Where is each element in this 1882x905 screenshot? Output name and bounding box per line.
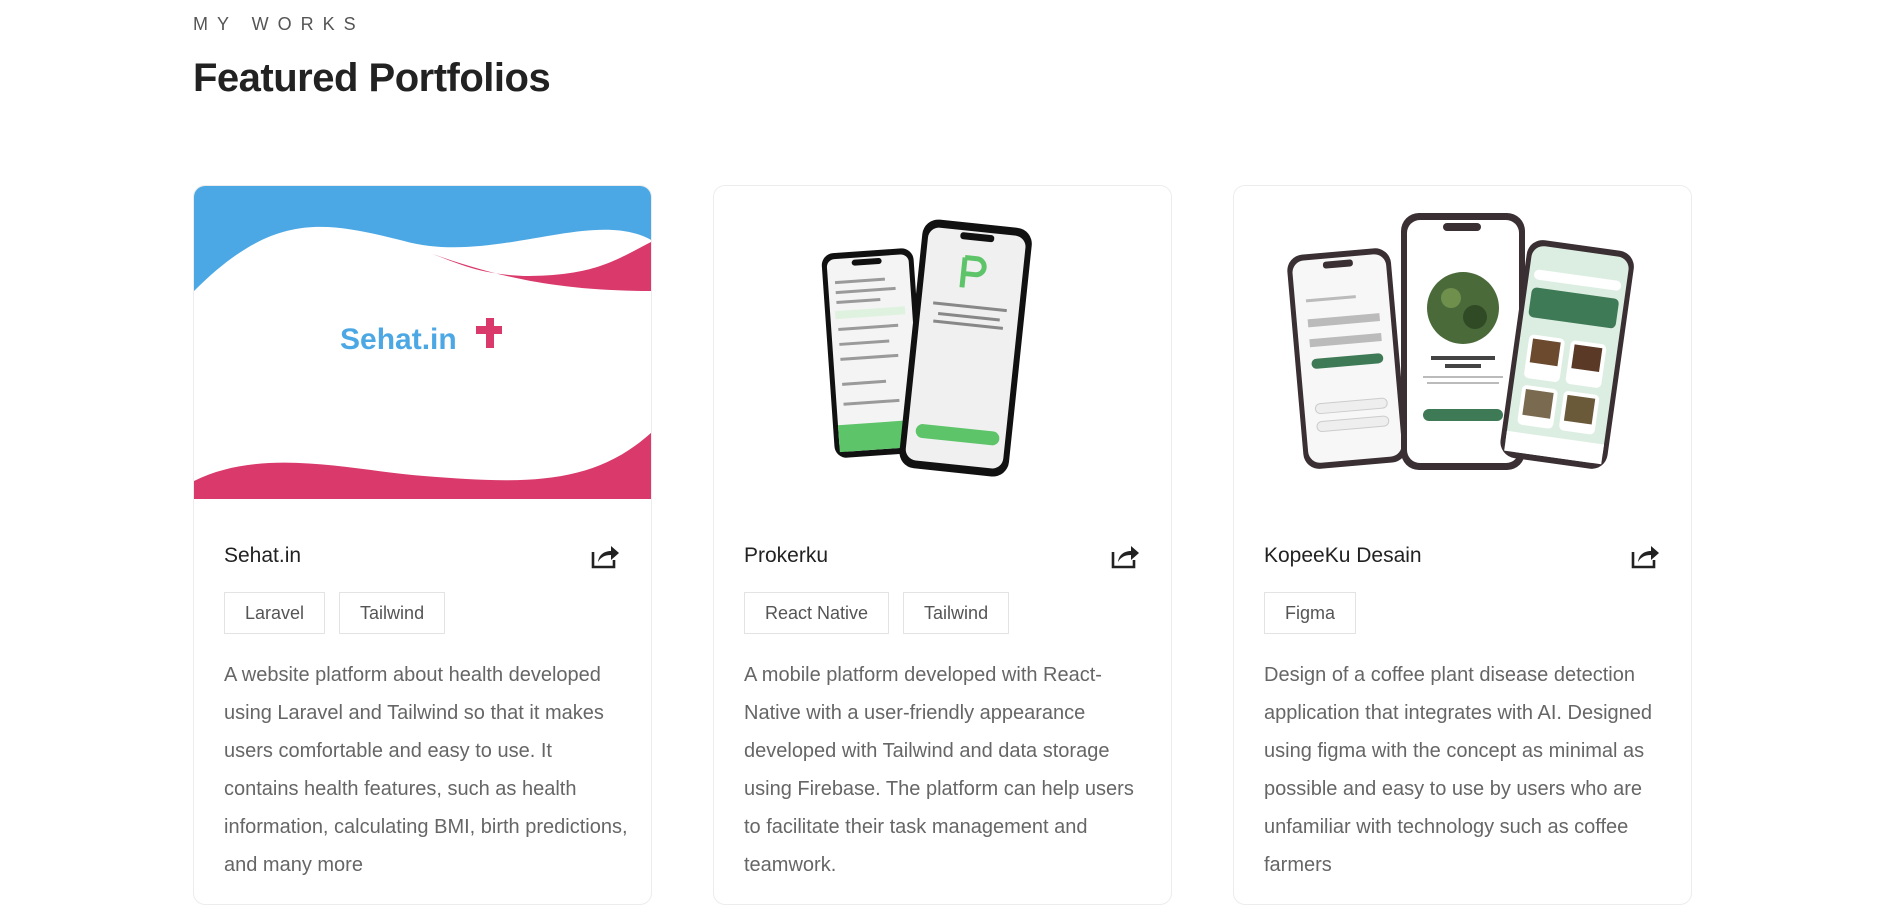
card-description: A mobile platform developed with React-N…: [744, 664, 1134, 876]
portfolio-section: MY WORKS Featured Portfolios Sehat.in Se…: [0, 0, 1882, 905]
portfolio-card-prokerku: Prokerku React Native Tailwind A mobile …: [713, 185, 1172, 905]
tag-list: Figma: [1264, 592, 1661, 634]
card-description: Design of a coffee plant disease detecti…: [1264, 664, 1653, 876]
portfolio-card-list: Sehat.in Sehat.in Laravel Tailwind A web…: [193, 185, 1692, 905]
tag: Figma: [1264, 592, 1357, 634]
portfolio-card-kopeeku: KopeeKu Desain Figma Design of a coffee …: [1233, 185, 1692, 905]
kopeeku-thumbnail: [1234, 186, 1691, 499]
card-title: Sehat.in: [224, 544, 302, 567]
card-title: KopeeKu Desain: [1264, 544, 1422, 567]
share-external-icon[interactable]: [1629, 541, 1661, 571]
card-description: A website platform about health develope…: [224, 664, 628, 876]
tag: Laravel: [224, 592, 326, 634]
tag-list: Laravel Tailwind: [224, 592, 621, 634]
share-external-icon[interactable]: [589, 541, 621, 571]
card-title: Prokerku: [744, 544, 829, 567]
prokerku-thumbnail: [714, 186, 1171, 499]
tag: Tailwind: [903, 592, 1010, 634]
section-eyebrow: MY WORKS: [193, 14, 365, 34]
portfolio-card-sehatin: Sehat.in Sehat.in Laravel Tailwind A web…: [193, 185, 652, 905]
section-title: Featured Portfolios: [193, 56, 551, 100]
sehatin-thumbnail: Sehat.in: [194, 186, 651, 499]
tag: Tailwind: [339, 592, 446, 634]
sehatin-logo-text: Sehat.in: [340, 323, 457, 356]
tag-list: React Native Tailwind: [744, 592, 1141, 634]
share-external-icon[interactable]: [1109, 541, 1141, 571]
tag: React Native: [744, 592, 890, 634]
